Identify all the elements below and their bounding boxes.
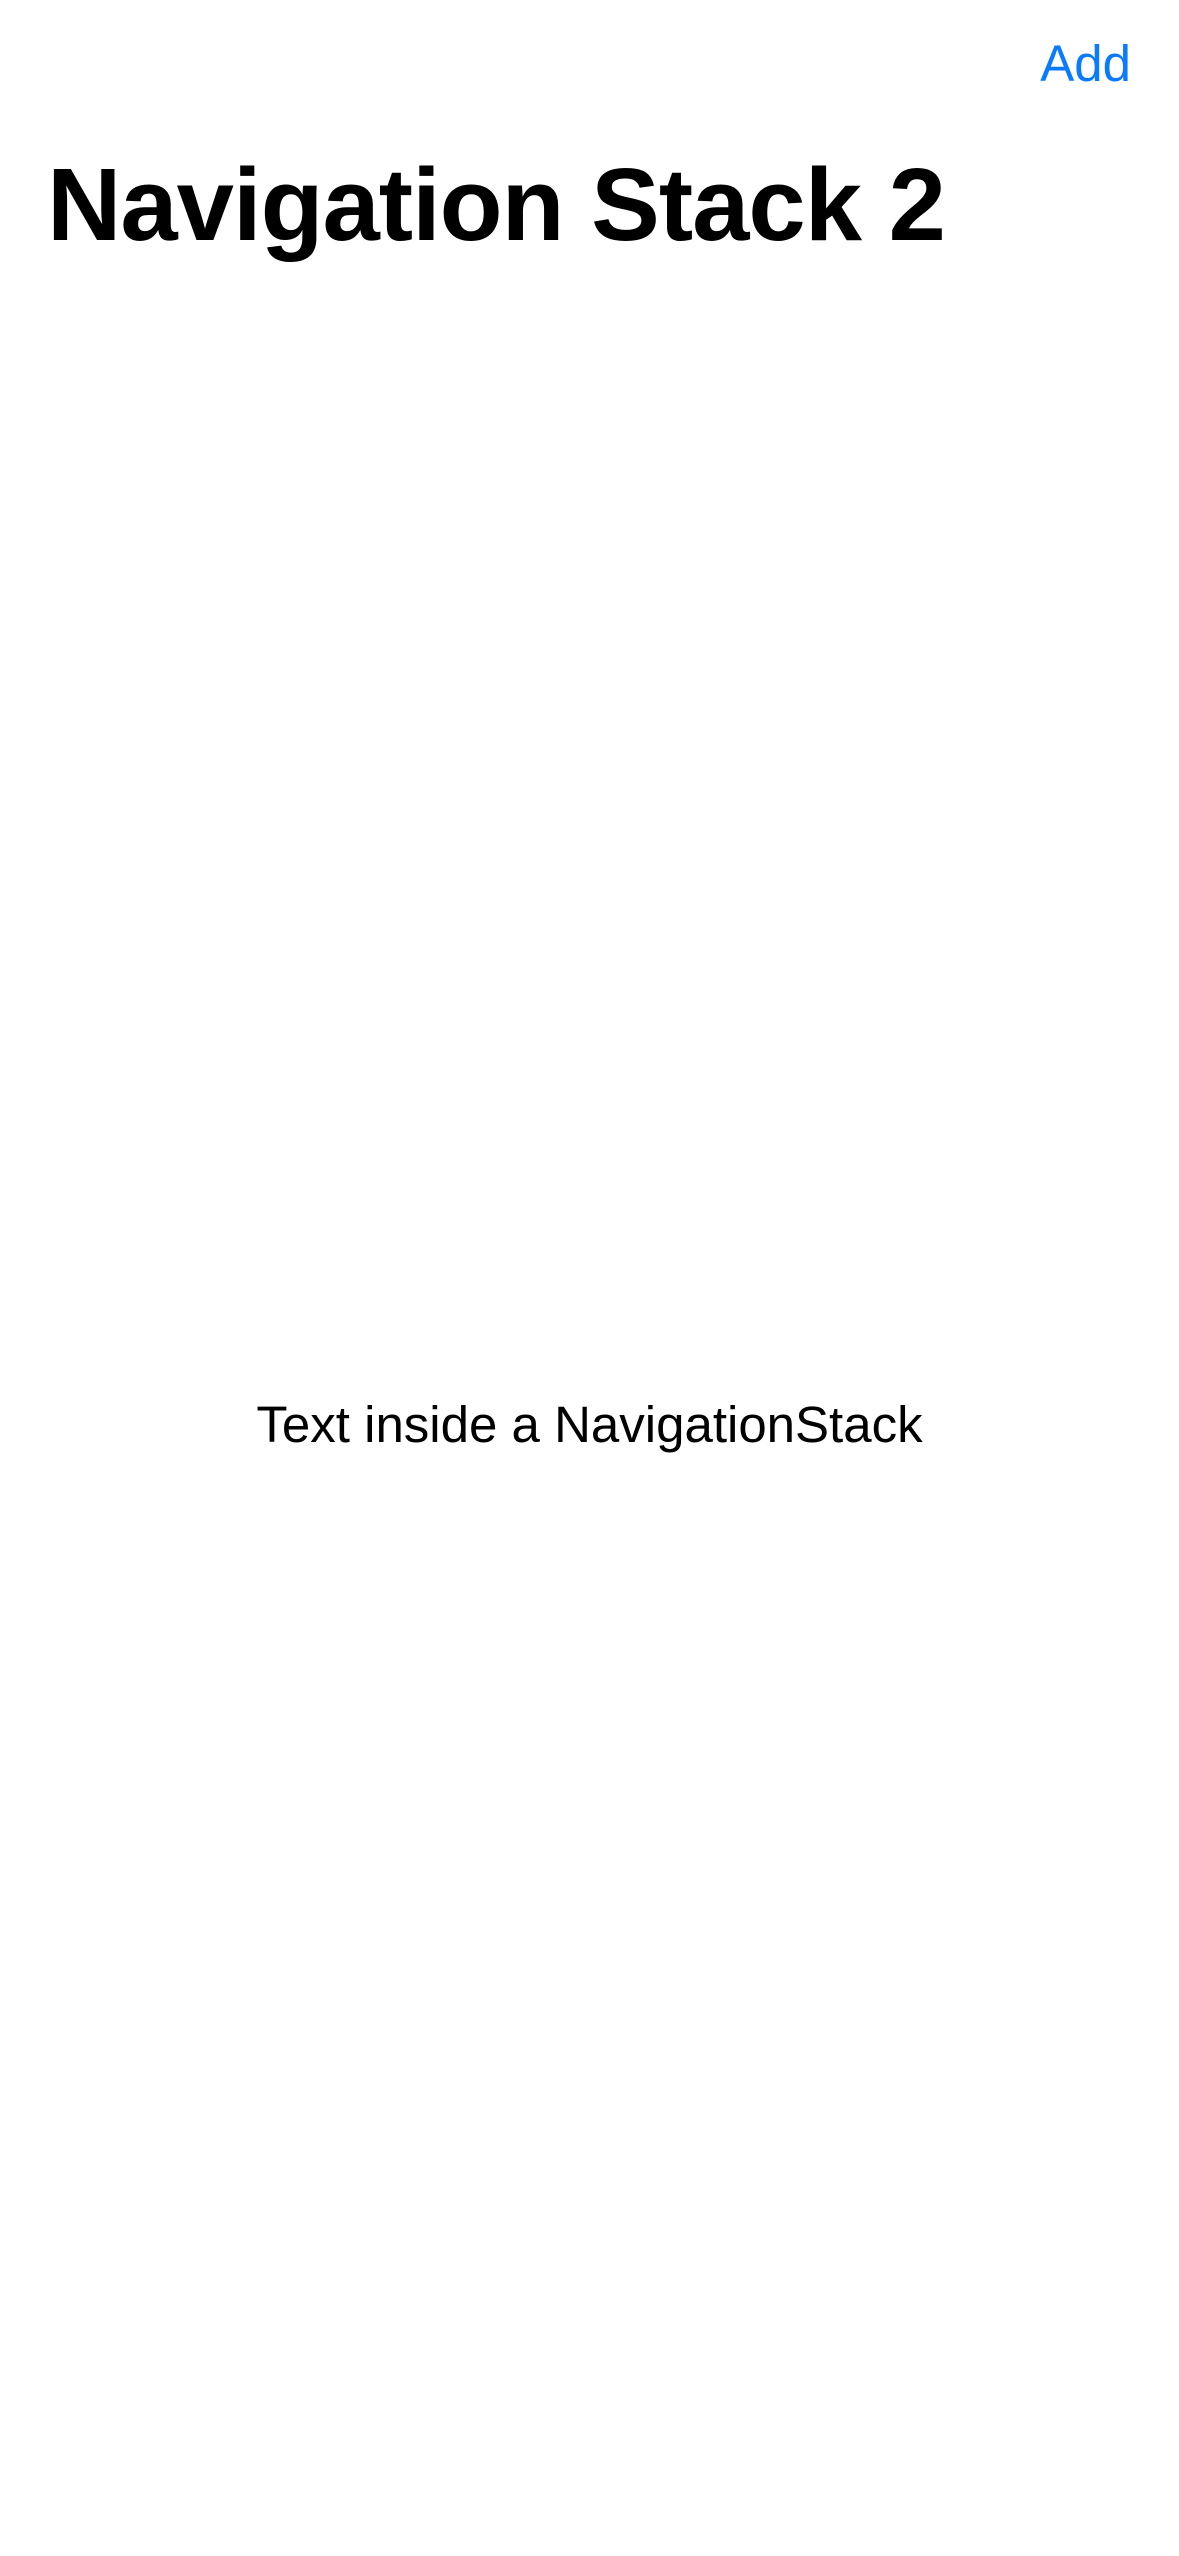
add-button[interactable]: Add xyxy=(1040,34,1131,94)
navigation-bar: Add xyxy=(0,0,1179,130)
content-text: Text inside a NavigationStack xyxy=(256,1396,923,1453)
content-area: Text inside a NavigationStack xyxy=(0,260,1179,2556)
page-title: Navigation Stack 2 xyxy=(47,147,946,262)
